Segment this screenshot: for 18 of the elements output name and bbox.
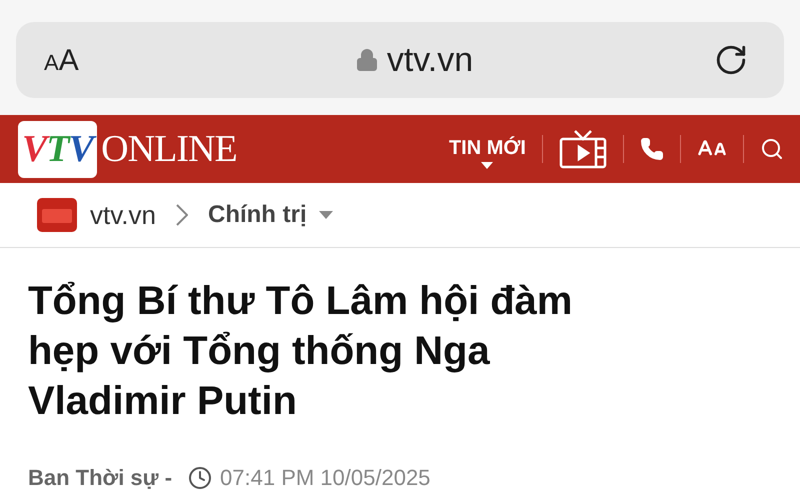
dropdown-icon[interactable]	[318, 211, 333, 219]
search-icon[interactable]	[760, 137, 784, 161]
clock-icon	[188, 466, 212, 490]
article-author[interactable]: Ban Thời sự -	[28, 461, 172, 494]
tv-icon[interactable]	[559, 129, 607, 169]
site-icon	[36, 197, 78, 233]
dropdown-icon	[481, 162, 494, 168]
breadcrumb-section[interactable]: Chính trị	[208, 197, 307, 233]
article-headline: Tổng Bí thư Tô Lâm hội đàm hẹp với Tổng thống Nga Vladimir Putin	[27, 278, 574, 425]
reload-icon[interactable]	[714, 43, 748, 77]
article-time: 07:41 PM 10/05/2025	[220, 464, 430, 492]
chevron-icon	[176, 204, 188, 226]
url-text[interactable]: vtv.vn	[386, 34, 474, 86]
phone-icon[interactable]	[640, 137, 664, 161]
latest-news-menu[interactable]: TIN MỚI	[448, 130, 526, 168]
site-logo[interactable]: VTV ONLINE	[18, 120, 237, 178]
text-size-button[interactable]: AA	[44, 38, 114, 82]
breadcrumb-link[interactable]: vtv.vn	[90, 196, 156, 234]
